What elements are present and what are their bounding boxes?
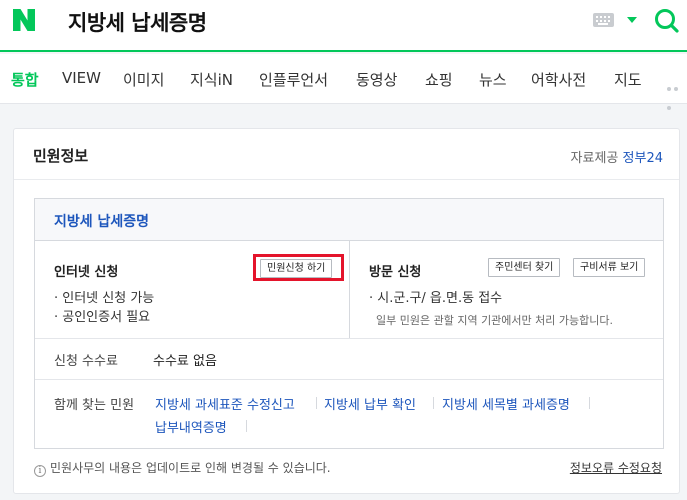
internet-bullet: · 공인인증서 필요 xyxy=(54,310,151,325)
search-icon[interactable] xyxy=(654,8,680,34)
tab-shopping[interactable]: 쇼핑 xyxy=(425,69,453,90)
tab-view[interactable]: VIEW xyxy=(62,69,101,87)
tab-video[interactable]: 동영상 xyxy=(356,69,397,90)
tab-news[interactable]: 뉴스 xyxy=(479,69,507,90)
tab-map[interactable]: 지도 xyxy=(614,69,642,90)
tab-knowledge-in[interactable]: 지식iN xyxy=(190,69,233,90)
keyboard-icon[interactable] xyxy=(593,13,614,27)
data-provider: 자료제공 정부24 xyxy=(571,147,663,166)
tab-dictionary[interactable]: 어학사전 xyxy=(531,69,586,90)
update-notice: i 민원사무의 내용은 업데이트로 인해 변경될 수 있습니다. xyxy=(34,459,331,477)
autocomplete-toggle-icon[interactable] xyxy=(627,17,637,23)
link-separator xyxy=(246,420,247,432)
divider xyxy=(35,379,663,380)
tab-influencer[interactable]: 인플루언서 xyxy=(259,69,328,90)
search-tabs: 통합 VIEW 이미지 지식iN 인플루언서 동영상 쇼핑 뉴스 어학사전 지도 xyxy=(0,54,687,110)
naver-logo-icon[interactable] xyxy=(13,9,35,31)
visit-apply-title: 방문 신청 xyxy=(369,265,422,280)
visit-note: 일부 민원은 관할 지역 기관에서만 처리 가능합니다. xyxy=(376,314,613,327)
tab-integrated[interactable]: 통합 xyxy=(11,69,39,90)
fee-value: 수수료 없음 xyxy=(153,354,217,369)
info-icon: i xyxy=(34,465,46,477)
service-title-bar: 지방세 납세증명 xyxy=(35,199,663,241)
related-service-link[interactable]: 지방세 납부 확인 xyxy=(324,394,416,413)
link-separator xyxy=(316,397,317,409)
more-tabs-icon[interactable] xyxy=(667,76,687,114)
fee-label: 신청 수수료 xyxy=(54,354,118,369)
internet-apply-title: 인터넷 신청 xyxy=(54,265,119,280)
report-error-link[interactable]: 정보오류 수정요청 xyxy=(570,459,662,476)
related-service-link[interactable]: 지방세 과세표준 수정신고 xyxy=(155,394,295,413)
link-separator xyxy=(589,397,590,409)
search-query[interactable]: 지방세 납세증명 xyxy=(68,7,207,37)
card-title: 민원정보 xyxy=(33,147,89,165)
find-community-center-button[interactable]: 주민센터 찾기 xyxy=(488,258,561,277)
related-service-link[interactable]: 지방세 세목별 과세증명 xyxy=(442,394,570,413)
column-divider xyxy=(349,241,350,338)
provider-link[interactable]: 정부24 xyxy=(623,151,663,166)
divider xyxy=(35,338,663,339)
visit-bullet: · 시.군.구/ 읍.면.동 접수 xyxy=(369,291,503,306)
service-title[interactable]: 지방세 납세증명 xyxy=(54,211,149,231)
provider-prefix: 자료제공 xyxy=(570,151,619,166)
internet-bullet: · 인터넷 신청 가능 xyxy=(54,291,155,306)
service-detail-box: 지방세 납세증명 인터넷 신청 민원신청 하기 · 인터넷 신청 가능 · 공인… xyxy=(34,198,664,449)
link-separator xyxy=(433,397,434,409)
divider xyxy=(14,179,679,180)
related-service-link[interactable]: 납부내역증명 xyxy=(155,417,227,436)
related-services-label: 함께 찾는 민원 xyxy=(54,398,135,413)
search-header: 지방세 납세증명 xyxy=(0,0,687,52)
tab-images[interactable]: 이미지 xyxy=(123,69,164,90)
civil-service-card: 민원정보 자료제공 정부24 지방세 납세증명 인터넷 신청 민원신청 하기 ·… xyxy=(13,128,680,494)
highlight-box xyxy=(253,254,344,281)
view-required-documents-button[interactable]: 구비서류 보기 xyxy=(573,258,646,277)
